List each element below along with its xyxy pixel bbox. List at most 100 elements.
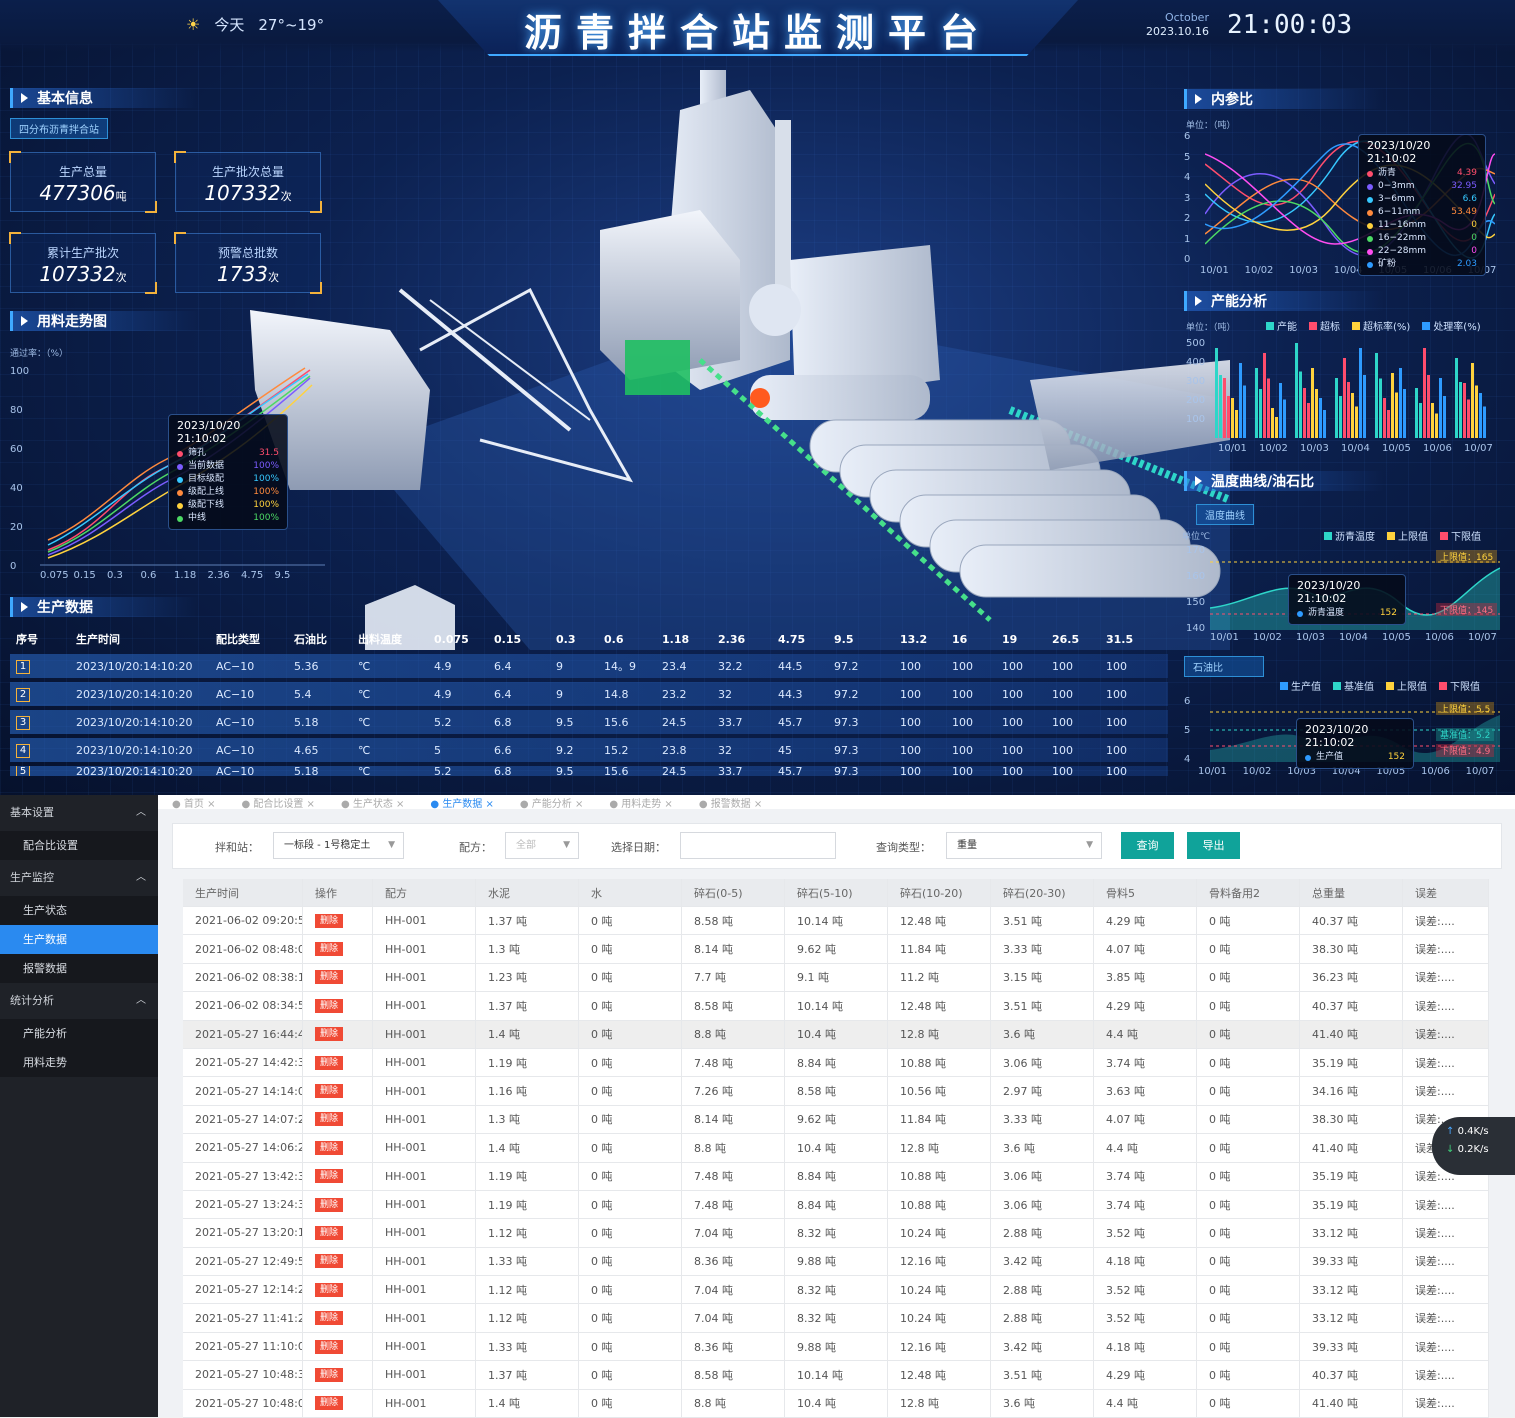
sidebar-item[interactable]: 生产数据: [0, 925, 158, 954]
table-row[interactable]: 2021-05-27 14:42:30 删除 HH-001 1.19 吨0 吨 7.48…: [183, 1048, 1489, 1078]
table-row[interactable]: 4 2023/10/20:14:10:20 AC−10 4.65 ℃ 5 6.6 9.2 15.…: [10, 738, 1168, 762]
temperature-tag[interactable]: 温度曲线: [1196, 504, 1254, 525]
date-picker[interactable]: [680, 832, 836, 859]
table-row[interactable]: 2021-05-27 11:10:03 删除 HH-001 1.33 吨0 吨 8.36…: [183, 1332, 1489, 1362]
table-row[interactable]: 2021-05-27 11:41:27 删除 HH-001 1.12 吨0 吨 7.04…: [183, 1304, 1489, 1333]
oil-ratio-tag[interactable]: 石油比: [1184, 656, 1264, 677]
oil-base-label: 基准值：5.2: [1436, 728, 1495, 741]
tab[interactable]: ● 生产数据 ×: [430, 795, 493, 810]
table-cell: 0 吨: [579, 1162, 682, 1190]
delete-button[interactable]: 删除: [315, 998, 344, 1013]
table-row[interactable]: 2021-05-27 13:20:17 删除 HH-001 1.12 吨0 吨 7.04…: [183, 1219, 1489, 1248]
export-button[interactable]: 导出: [1187, 832, 1240, 859]
delete-button[interactable]: 删除: [315, 1055, 344, 1070]
delete-button[interactable]: 删除: [315, 913, 344, 928]
table-cell: 2023/10/20:14:10:20: [76, 659, 193, 673]
table-row[interactable]: 2021-05-27 12:49:55 删除 HH-001 1.33 吨0 吨 8.36…: [183, 1247, 1489, 1277]
table-row[interactable]: 2021-05-27 13:24:37 删除 HH-001 1.19 吨0 吨 7.48…: [183, 1190, 1489, 1220]
delete-button[interactable]: 删除: [315, 1197, 344, 1212]
table-cell: 12.48 吨: [888, 1361, 991, 1389]
delete-button[interactable]: 删除: [315, 1112, 344, 1127]
table-row[interactable]: 2021-05-27 14:06:23 删除 HH-001 1.4 吨0 吨 8.8 吨…: [183, 1134, 1489, 1163]
delete-button[interactable]: 删除: [315, 1254, 344, 1269]
tab[interactable]: ● 首页 ×: [172, 795, 215, 810]
table-cell: 3.52 吨: [1094, 1304, 1197, 1332]
delete-button[interactable]: 删除: [315, 1311, 344, 1326]
sidebar-item[interactable]: 配合比设置: [0, 831, 158, 860]
close-icon[interactable]: ×: [482, 799, 493, 810]
table-row[interactable]: 2021-05-27 14:14:06 删除 HH-001 1.16 吨0 吨 7.26…: [183, 1077, 1489, 1106]
delete-button[interactable]: 删除: [315, 1225, 344, 1240]
sidebar-group[interactable]: 统计分析 ︿: [0, 983, 158, 1019]
table-row[interactable]: 2021-05-27 13:42:33 删除 HH-001 1.19 吨0 吨 7.48…: [183, 1162, 1489, 1191]
table-header-cell: 2.36: [718, 632, 746, 646]
close-icon[interactable]: ×: [572, 799, 583, 810]
table-row[interactable]: 2021-05-27 10:48:03 删除 HH-001 1.4 吨0 吨 8.8 吨…: [183, 1389, 1489, 1418]
sidebar-item[interactable]: 报警数据: [0, 954, 158, 983]
table-cell: 1.3 吨: [476, 1105, 579, 1134]
sidebar-group[interactable]: 基本设置 ︿: [0, 795, 158, 831]
table-row[interactable]: 2021-05-27 16:44:47 删除 HH-001 1.4 吨0 吨 8.8 吨…: [183, 1020, 1489, 1049]
close-icon[interactable]: ×: [393, 799, 404, 810]
table-row[interactable]: 2 2023/10/20:14:10:20 AC−10 5.4 ℃ 4.9 6.4 9 14.8…: [10, 682, 1168, 706]
delete-button[interactable]: 删除: [315, 1339, 344, 1354]
capacity-bar: [1323, 410, 1326, 438]
table-row[interactable]: 3 2023/10/20:14:10:20 AC−10 5.18 ℃ 5.2 6.8 9.5 1…: [10, 710, 1168, 734]
query-type-select[interactable]: 重量 ▼: [946, 832, 1102, 859]
table-row[interactable]: 2021-06-02 08:48:06 删除 HH-001 1.3 吨0 吨 8.14 …: [183, 935, 1489, 964]
tab[interactable]: ● 产能分析 ×: [520, 795, 583, 810]
delete-button[interactable]: 删除: [315, 1367, 344, 1382]
delete-button[interactable]: 删除: [315, 1282, 344, 1297]
station-select[interactable]: 一标段 - 1号稳定土 ▼: [273, 832, 404, 859]
x-tick-label: 10/07: [1468, 632, 1497, 643]
table-row[interactable]: 1 2023/10/20:14:10:20 AC−10 5.36 ℃ 4.9 6.4 9 14。…: [10, 654, 1168, 678]
y-tick-label: 40: [10, 483, 23, 494]
tab[interactable]: ● 用料走势 ×: [609, 795, 672, 810]
tab-label: 首页: [183, 798, 204, 810]
table-header-cell: 总重量: [1300, 879, 1403, 906]
table-row[interactable]: 2021-05-27 10:48:34 删除 HH-001 1.37 吨0 吨 8.58…: [183, 1361, 1489, 1390]
table-row[interactable]: 2021-05-27 14:07:28 删除 HH-001 1.3 吨0 吨 8.14 …: [183, 1105, 1489, 1135]
tab[interactable]: ● 报警数据 ×: [699, 795, 762, 810]
close-icon[interactable]: ×: [204, 799, 215, 810]
mix-tooltip: 2023/10/20 21:10:02 沥青 4.39 0−3mm 32.95 3−6m…: [1358, 134, 1486, 276]
delete-button[interactable]: 删除: [315, 1396, 344, 1411]
table-cell: 4.29 吨: [1094, 992, 1197, 1020]
table-cell: 2021-05-27 11:10:03: [183, 1332, 303, 1361]
sidebar-item[interactable]: 产能分析: [0, 1019, 158, 1048]
table-row[interactable]: 2021-05-27 12:14:25 删除 HH-001 1.12 吨0 吨 7.04…: [183, 1276, 1489, 1305]
tooltip-row: 6−11mm 53.49: [1367, 206, 1477, 219]
delete-button[interactable]: 删除: [315, 1140, 344, 1155]
delete-button[interactable]: 删除: [315, 970, 344, 985]
table-row[interactable]: 2021-06-02 09:20:50 删除 HH-001 1.37 吨0 吨 8.58…: [183, 907, 1489, 936]
capacity-bar: [1363, 375, 1366, 438]
table-cell: 4.07 吨: [1094, 935, 1197, 963]
table-cell: 44.5: [778, 659, 803, 673]
table-cell: HH-001: [373, 992, 476, 1020]
table-cell: 34.16 吨: [1300, 1077, 1403, 1105]
station-tag[interactable]: 四分布沥青拌合站: [10, 118, 108, 139]
close-icon[interactable]: ×: [751, 799, 762, 810]
delete-button[interactable]: 删除: [315, 1027, 344, 1042]
tab[interactable]: ● 配合比设置 ×: [241, 795, 315, 810]
delete-button[interactable]: 删除: [315, 1084, 344, 1099]
recipe-select[interactable]: 全部 ▼: [505, 832, 579, 859]
y-tick-label: 6: [1184, 131, 1191, 142]
delete-button[interactable]: 删除: [315, 1169, 344, 1184]
sidebar-item[interactable]: 生产状态: [0, 896, 158, 925]
net-speed-widget[interactable]: ↑ 0.4K/s ↓ 0.2K/s: [1432, 1117, 1515, 1175]
close-icon[interactable]: ×: [303, 799, 315, 810]
table-row[interactable]: 2021-06-02 08:38:10 删除 HH-001 1.23 吨0 吨 7.7 …: [183, 963, 1489, 993]
table-row[interactable]: 2021-06-02 08:34:54 删除 HH-001 1.37 吨0 吨 8.58…: [183, 992, 1489, 1021]
table-cell: 2021-05-27 14:14:06: [183, 1077, 303, 1105]
delete-button[interactable]: 删除: [315, 942, 344, 957]
query-button[interactable]: 查询: [1121, 832, 1174, 859]
table-cell: 8.84 吨: [785, 1048, 888, 1077]
tab[interactable]: ● 生产状态 ×: [341, 795, 404, 810]
material-trend-title: 用料走势图: [10, 311, 200, 331]
table-row[interactable]: 5 2023/10/20:14:10:20 AC−10 5.18 ℃ 5.2 6.8 9.5 1…: [10, 766, 1168, 776]
sidebar-group[interactable]: 生产监控 ︿: [0, 860, 158, 896]
close-icon[interactable]: ×: [661, 799, 672, 810]
sidebar-item[interactable]: 用料走势: [0, 1048, 158, 1077]
table-cell: 2.97 吨: [991, 1077, 1094, 1105]
